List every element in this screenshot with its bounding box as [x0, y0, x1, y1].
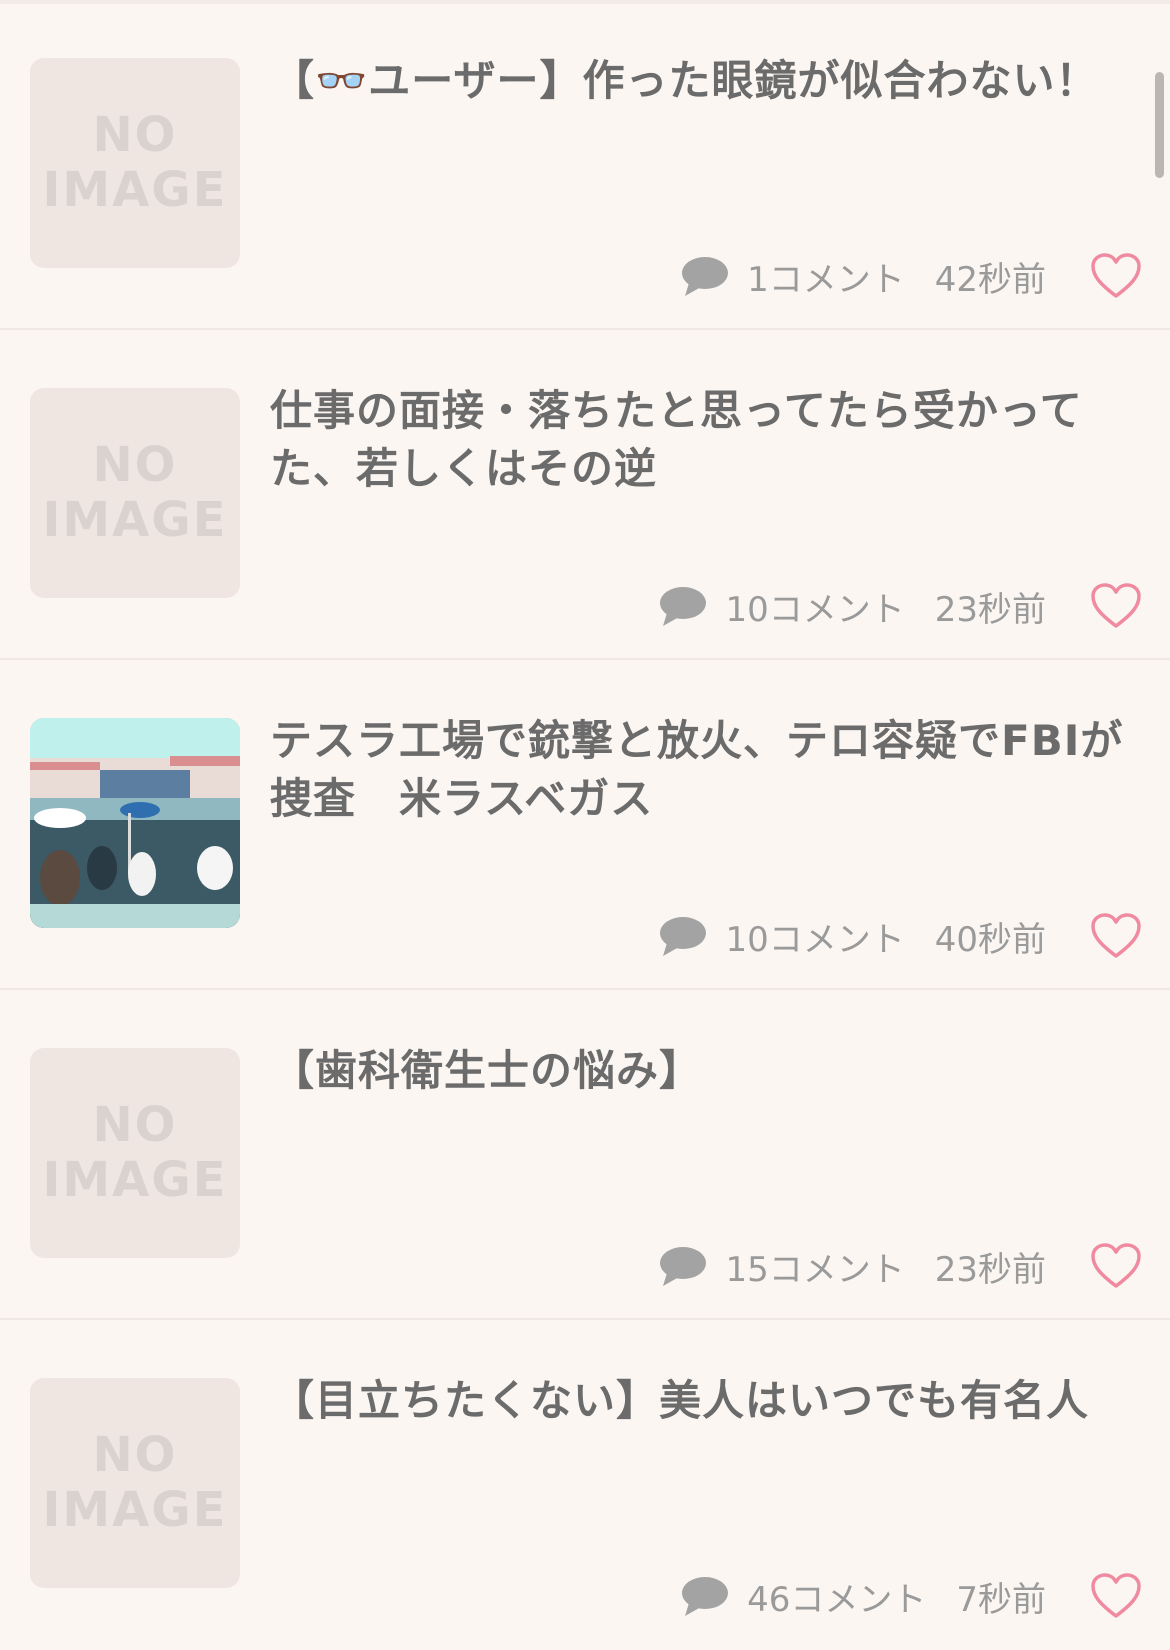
post-time: 40秒前 — [934, 919, 1046, 960]
post-list: NO IMAGE 【👓ユーザー】作った眼鏡が似合わない！ 1コメント 42秒前 … — [0, 0, 1170, 1650]
list-item[interactable]: NO IMAGE 【歯科衛生士の悩み】 15コメント 23秒前 — [0, 990, 1170, 1320]
no-image-placeholder: NO IMAGE — [42, 436, 228, 548]
post-time: 23秒前 — [934, 1249, 1046, 1290]
comment-count: 1コメント — [747, 259, 905, 300]
list-item[interactable]: NO IMAGE 【👓ユーザー】作った眼鏡が似合わない！ 1コメント 42秒前 — [0, 0, 1170, 330]
no-image-thumbnail[interactable]: NO IMAGE — [30, 58, 240, 268]
heart-icon[interactable] — [1090, 582, 1142, 630]
no-image-placeholder: NO IMAGE — [42, 1426, 228, 1538]
comment-count: 46コメント — [747, 1579, 927, 1620]
post-meta: 10コメント 23秒前 — [659, 576, 1142, 636]
news-photo-thumbnail[interactable] — [30, 718, 240, 928]
list-item[interactable]: テスラ工場で銃撃と放火、テロ容疑でFBIが捜査 米ラスベガス 10コメント 40… — [0, 660, 1170, 990]
placeholder-line2: IMAGE — [42, 1152, 228, 1208]
speech-bubble-icon — [682, 257, 729, 296]
no-image-thumbnail[interactable]: NO IMAGE — [30, 1048, 240, 1258]
post-meta: 15コメント 23秒前 — [659, 1236, 1142, 1296]
placeholder-line1: NO — [92, 1426, 178, 1483]
factory-photo — [30, 718, 240, 928]
speech-bubble-icon — [660, 917, 707, 956]
post-title[interactable]: 【歯科衛生士の悩み】 — [272, 1042, 1130, 1100]
placeholder-line1: NO — [92, 1096, 178, 1153]
heart-icon[interactable] — [1090, 912, 1142, 960]
placeholder-line2: IMAGE — [42, 162, 228, 218]
speech-bubble-icon — [660, 587, 707, 626]
heart-icon[interactable] — [1090, 1242, 1142, 1290]
placeholder-line2: IMAGE — [42, 492, 228, 548]
no-image-thumbnail[interactable]: NO IMAGE — [30, 388, 240, 598]
list-item[interactable]: NO IMAGE 仕事の面接・落ちたと思ってたら受かってた、若しくはその逆 10… — [0, 330, 1170, 660]
post-title[interactable]: 【目立ちたくない】美人はいつでも有名人 — [272, 1372, 1130, 1430]
post-meta: 46コメント 7秒前 — [681, 1566, 1142, 1626]
heart-icon[interactable] — [1090, 252, 1142, 300]
scrollbar[interactable] — [1155, 72, 1164, 178]
post-meta: 10コメント 40秒前 — [659, 906, 1142, 966]
post-title[interactable]: テスラ工場で銃撃と放火、テロ容疑でFBIが捜査 米ラスベガス — [270, 712, 1130, 828]
post-time: 7秒前 — [956, 1579, 1046, 1620]
post-meta: 1コメント 42秒前 — [681, 246, 1142, 306]
speech-bubble-icon — [682, 1577, 729, 1616]
post-time: 42秒前 — [934, 259, 1046, 300]
post-title[interactable]: 【👓ユーザー】作った眼鏡が似合わない！ — [272, 52, 1130, 110]
placeholder-line2: IMAGE — [42, 1482, 228, 1538]
post-time: 23秒前 — [934, 589, 1046, 630]
comment-count: 15コメント — [725, 1249, 905, 1290]
list-item[interactable]: NO IMAGE 【目立ちたくない】美人はいつでも有名人 46コメント 7秒前 — [0, 1320, 1170, 1650]
speech-bubble-icon — [660, 1247, 707, 1286]
post-title[interactable]: 仕事の面接・落ちたと思ってたら受かってた、若しくはその逆 — [270, 382, 1130, 498]
comment-count: 10コメント — [725, 589, 905, 630]
placeholder-line1: NO — [92, 436, 178, 493]
no-image-placeholder: NO IMAGE — [42, 1096, 228, 1208]
comment-count: 10コメント — [725, 919, 905, 960]
no-image-thumbnail[interactable]: NO IMAGE — [30, 1378, 240, 1588]
heart-icon[interactable] — [1090, 1572, 1142, 1620]
no-image-placeholder: NO IMAGE — [42, 106, 228, 218]
placeholder-line1: NO — [92, 106, 178, 163]
